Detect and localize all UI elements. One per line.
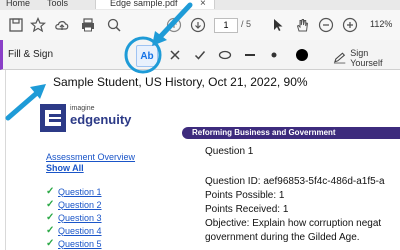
question-list: ✓ Question 1 ✓ Question 2 ✓ Question 3 ✓… — [46, 185, 102, 250]
fill-sign-toolbar: Fill & Sign Ab Sign Yourself — [0, 40, 400, 70]
star-icon[interactable] — [30, 17, 46, 33]
line-icon — [245, 54, 255, 56]
page-up-icon[interactable] — [166, 17, 182, 33]
color-swatch-icon — [296, 49, 308, 61]
add-text-tool[interactable]: Ab — [136, 45, 158, 67]
question-link[interactable]: Question 2 — [58, 200, 102, 210]
cloud-upload-icon[interactable] — [54, 17, 70, 33]
question-id: Question ID: aef96853-5f4c-486d-a1f5-a — [205, 176, 385, 187]
logo-mark-icon — [40, 104, 66, 132]
select-cursor-icon[interactable] — [270, 17, 286, 33]
fill-sign-title: Fill & Sign — [8, 49, 54, 60]
page-edge — [5, 70, 6, 250]
checkmark-icon: ✓ — [46, 186, 55, 197]
tab-strip: Home Tools Edge sample.pdf × — [0, 0, 400, 10]
page-total: / 5 — [241, 19, 252, 29]
list-item[interactable]: ✓ Question 2 — [46, 198, 102, 211]
question-title: Question 1 — [205, 146, 254, 157]
checkmark-icon: ✓ — [46, 238, 55, 249]
dot-tool[interactable] — [265, 46, 283, 64]
ellipse-icon — [218, 50, 232, 60]
tab-close-icon[interactable]: × — [200, 0, 206, 9]
check-mark-tool[interactable] — [191, 46, 209, 64]
page-down-icon[interactable] — [190, 17, 206, 33]
page-number-input[interactable]: 1 — [214, 18, 238, 33]
pen-sign-icon — [333, 52, 346, 64]
list-item[interactable]: ✓ Question 1 — [46, 185, 102, 198]
list-item[interactable]: ✓ Question 4 — [46, 224, 102, 237]
hand-tool-icon[interactable] — [294, 17, 310, 33]
checkmark-icon: ✓ — [46, 199, 55, 210]
sign-yourself-label: Sign Yourself — [350, 48, 383, 68]
points-possible: Points Possible: 1 — [205, 190, 285, 201]
save-icon[interactable] — [8, 17, 24, 33]
list-item[interactable]: ✓ Question 3 — [46, 211, 102, 224]
check-icon — [194, 51, 206, 60]
line-tool[interactable] — [241, 46, 259, 64]
question-link[interactable]: Question 3 — [58, 213, 102, 223]
circle-tool[interactable] — [216, 46, 234, 64]
cross-mark-tool[interactable] — [166, 46, 184, 64]
filled-text-field[interactable]: Sample Student, US History, Oct 21, 2022… — [53, 75, 308, 89]
question-link[interactable]: Question 5 — [58, 239, 102, 249]
objective: Objective: Explain how corruption negat — [205, 218, 382, 229]
checkmark-icon: ✓ — [46, 225, 55, 236]
edgenuity-logo: imagine edgenuity — [40, 104, 135, 132]
main-toolbar: 1 / 5 112% — [0, 10, 400, 41]
show-all-link[interactable]: Show All — [46, 163, 135, 173]
assessment-overview-link[interactable]: Assessment Overview — [46, 152, 135, 162]
zoom-out-icon[interactable] — [318, 17, 334, 33]
tab-home[interactable]: Home — [6, 0, 30, 10]
list-item[interactable]: ✓ Question 5 — [46, 237, 102, 250]
tab-tools[interactable]: Tools — [47, 0, 68, 10]
zoom-level[interactable]: 112% — [370, 19, 392, 29]
assessment-nav: Assessment Overview Show All — [46, 152, 135, 173]
section-banner-title: Reforming Business and Government — [192, 128, 336, 137]
print-icon[interactable] — [80, 17, 96, 33]
zoom-icon[interactable] — [106, 17, 122, 33]
sign-yourself-button[interactable]: Sign Yourself — [333, 48, 400, 68]
cross-icon — [170, 50, 180, 60]
zoom-in-icon[interactable] — [342, 17, 358, 33]
question-link[interactable]: Question 4 — [58, 226, 102, 236]
logo-wordmark: edgenuity — [70, 112, 132, 127]
objective-continued: government during the Gilded Age. — [205, 232, 360, 243]
text-tool-icon: Ab — [140, 50, 154, 62]
color-picker[interactable] — [293, 46, 311, 64]
logo-tagline: imagine — [70, 105, 95, 112]
pdf-document: Sample Student, US History, Oct 21, 2022… — [0, 70, 400, 250]
question-link[interactable]: Question 1 — [58, 187, 102, 197]
small-dot-icon — [271, 52, 277, 58]
tab-document[interactable]: Edge sample.pdf — [95, 0, 215, 9]
checkmark-icon: ✓ — [46, 212, 55, 223]
points-received: Points Received: 1 — [205, 204, 289, 215]
